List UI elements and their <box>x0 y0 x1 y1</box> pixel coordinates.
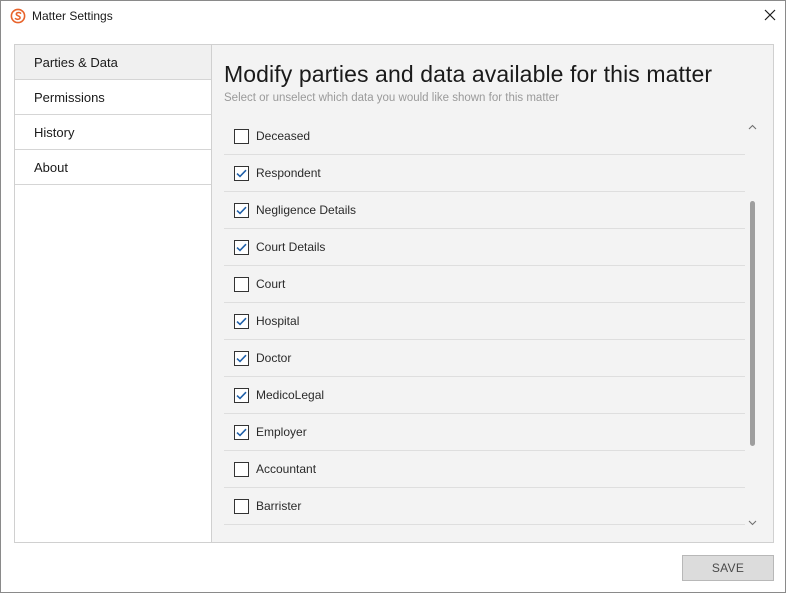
main-content: Modify parties and data available for th… <box>213 45 773 542</box>
vertical-scrollbar[interactable] <box>746 118 759 529</box>
page-subtitle: Select or unselect which data you would … <box>224 92 559 104</box>
list-item[interactable]: Accountant <box>224 451 745 488</box>
list-item-label: Doctor <box>256 351 292 365</box>
checkbox[interactable] <box>234 202 249 218</box>
close-icon <box>764 8 776 26</box>
sidebar-item-history[interactable]: History <box>15 115 211 150</box>
sidebar-item-label: History <box>34 124 75 140</box>
list-item-label: Employer <box>256 425 307 439</box>
list-item[interactable]: Court <box>224 266 745 303</box>
list-item[interactable]: Doctor <box>224 340 745 377</box>
list-item[interactable]: Deceased <box>224 118 745 155</box>
scroll-up-button[interactable] <box>746 119 759 132</box>
scroll-down-button[interactable] <box>746 515 759 528</box>
checkmark-icon <box>236 354 247 363</box>
page-title: Modify parties and data available for th… <box>224 61 713 87</box>
list-item-label: Barrister <box>256 499 302 513</box>
window-title: Matter Settings <box>32 9 113 23</box>
checkmark-icon <box>236 243 247 252</box>
checkbox[interactable] <box>234 387 249 403</box>
list-item-label: Accountant <box>256 462 317 476</box>
sidebar-item-label: Permissions <box>34 89 105 105</box>
sidebar-item-parties-data[interactable]: Parties & Data <box>15 45 211 80</box>
checkbox[interactable] <box>234 350 249 366</box>
settings-panel: Parties & Data Permissions History About… <box>14 44 774 543</box>
list-item-label: MedicoLegal <box>256 388 325 402</box>
data-options-list: Deceased Respondent Negligence Details C… <box>224 118 745 525</box>
sidebar-item-permissions[interactable]: Permissions <box>15 80 211 115</box>
sidebar-item-about[interactable]: About <box>15 150 211 185</box>
list-item[interactable]: Court Details <box>224 229 745 266</box>
app-logo-icon <box>10 8 26 24</box>
checkmark-icon <box>236 206 247 215</box>
scrollbar-thumb[interactable] <box>750 201 755 446</box>
sidebar-item-label: Parties & Data <box>34 54 118 70</box>
checkbox[interactable] <box>234 313 249 329</box>
settings-sidebar: Parties & Data Permissions History About <box>15 45 212 542</box>
checkbox[interactable] <box>234 128 249 144</box>
checkbox[interactable] <box>234 239 249 255</box>
sidebar-item-label: About <box>34 159 68 175</box>
chevron-down-icon <box>748 513 757 531</box>
close-button[interactable] <box>755 1 785 32</box>
matter-settings-window: Matter Settings Parties & Data Permissio… <box>0 0 786 593</box>
checkbox[interactable] <box>234 165 249 181</box>
list-item[interactable]: Hospital <box>224 303 745 340</box>
list-item-label: Court Details <box>256 240 326 254</box>
list-item-label: Deceased <box>256 129 311 143</box>
list-item[interactable]: Barrister <box>224 488 745 525</box>
checkbox[interactable] <box>234 424 249 440</box>
list-item[interactable]: MedicoLegal <box>224 377 745 414</box>
checkbox[interactable] <box>234 276 249 292</box>
checkmark-icon <box>236 428 247 437</box>
checkmark-icon <box>236 391 247 400</box>
checkbox[interactable] <box>234 498 249 514</box>
list-item-label: Hospital <box>256 314 300 328</box>
chevron-up-icon <box>748 117 757 135</box>
list-item-label: Negligence Details <box>256 203 357 217</box>
save-button[interactable]: SAVE <box>682 555 774 581</box>
checkbox[interactable] <box>234 461 249 477</box>
list-item-label: Respondent <box>256 166 321 180</box>
list-item[interactable]: Employer <box>224 414 745 451</box>
checkmark-icon <box>236 169 247 178</box>
list-item-label: Court <box>256 277 286 291</box>
list-item[interactable]: Negligence Details <box>224 192 745 229</box>
checkmark-icon <box>236 317 247 326</box>
title-bar: Matter Settings <box>1 1 785 32</box>
list-item[interactable]: Respondent <box>224 155 745 192</box>
